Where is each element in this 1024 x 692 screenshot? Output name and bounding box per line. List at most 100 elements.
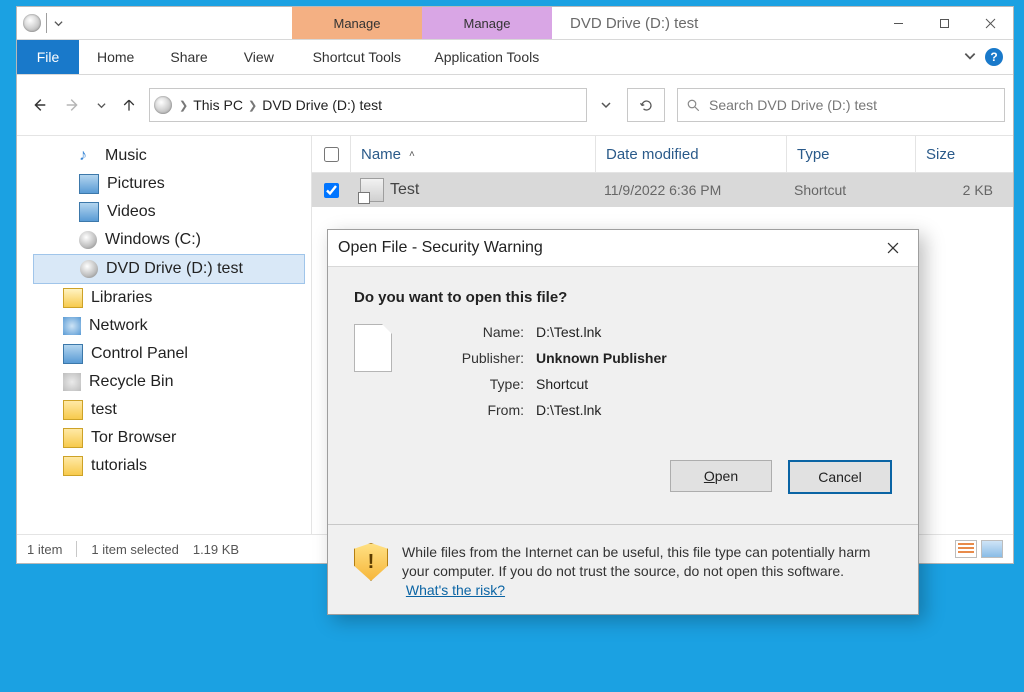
column-type[interactable]: Type xyxy=(787,136,916,172)
dvd-icon xyxy=(80,260,98,278)
tree-label: Videos xyxy=(107,203,156,221)
close-button[interactable] xyxy=(967,7,1013,39)
tree-item-music[interactable]: ♪ Music xyxy=(33,142,311,170)
tab-home[interactable]: Home xyxy=(79,40,152,74)
select-all-checkbox[interactable] xyxy=(324,147,339,162)
file-size: 2 KB xyxy=(912,182,1013,198)
row-checkbox[interactable] xyxy=(324,183,339,198)
refresh-button[interactable] xyxy=(627,88,665,122)
window-title: DVD Drive (D:) test xyxy=(552,7,875,39)
navigation-tree[interactable]: ♪ Music Pictures Videos Windows (C:) DVD … xyxy=(17,136,312,534)
field-label-name: Name: xyxy=(424,324,536,340)
field-value-name: D:\Test.lnk xyxy=(536,324,601,340)
tree-label: Tor Browser xyxy=(91,429,176,447)
file-tab[interactable]: File xyxy=(17,40,79,74)
help-icon[interactable]: ? xyxy=(985,48,1003,66)
control-panel-icon xyxy=(63,344,83,364)
drive-icon xyxy=(23,14,41,32)
tab-shortcut-tools[interactable]: Shortcut Tools xyxy=(292,40,422,74)
address-bar[interactable]: ❯ This PC ❯ DVD Drive (D:) test xyxy=(149,88,587,122)
field-label-from: From: xyxy=(424,402,536,418)
dialog-body: Do you want to open this file? Name:D:\T… xyxy=(328,267,918,452)
column-date[interactable]: Date modified xyxy=(596,136,787,172)
dialog-buttons: Open Cancel xyxy=(328,452,918,518)
tree-item-network[interactable]: Network xyxy=(33,312,311,340)
minimize-button[interactable] xyxy=(875,7,921,39)
tree-label: tutorials xyxy=(91,457,147,475)
tree-item-test[interactable]: test xyxy=(33,396,311,424)
forward-button[interactable] xyxy=(59,91,87,119)
navigation-bar: ❯ This PC ❯ DVD Drive (D:) test Search D… xyxy=(17,75,1013,136)
contextual-tab-headers: Manage Manage xyxy=(292,7,552,39)
dialog-close-button[interactable] xyxy=(878,233,908,263)
status-divider xyxy=(76,541,77,557)
dialog-title-bar: Open File - Security Warning xyxy=(328,230,918,267)
status-item-count: 1 item xyxy=(27,542,62,557)
warning-body: While files from the Internet can be use… xyxy=(402,544,870,579)
tree-item-control-panel[interactable]: Control Panel xyxy=(33,340,311,368)
tree-label: Music xyxy=(105,147,147,165)
tree-label: Network xyxy=(89,317,148,335)
dialog-question: Do you want to open this file? xyxy=(354,289,892,306)
context-tab-application[interactable]: Manage xyxy=(422,7,552,39)
window-controls xyxy=(875,7,1013,39)
view-details-button[interactable] xyxy=(955,540,977,558)
address-dropdown[interactable] xyxy=(593,89,619,121)
field-value-type: Shortcut xyxy=(536,376,588,392)
file-row[interactable]: Test 11/9/2022 6:36 PM Shortcut 2 KB xyxy=(312,173,1013,207)
quick-access-toolbar xyxy=(17,7,64,39)
crumb-sep-icon[interactable]: ❯ xyxy=(247,99,258,112)
address-drive-icon xyxy=(154,96,172,114)
tree-item-recycle-bin[interactable]: Recycle Bin xyxy=(33,368,311,396)
field-value-from: D:\Test.lnk xyxy=(536,402,601,418)
ribbon-collapse-icon[interactable] xyxy=(963,49,977,66)
column-size[interactable]: Size xyxy=(916,136,1013,172)
tree-item-tor-browser[interactable]: Tor Browser xyxy=(33,424,311,452)
cancel-button[interactable]: Cancel xyxy=(788,460,892,494)
tree-item-dvd-drive[interactable]: DVD Drive (D:) test xyxy=(33,254,305,284)
dialog-divider xyxy=(328,524,918,525)
search-icon xyxy=(686,98,701,113)
context-tab-shortcut[interactable]: Manage xyxy=(292,7,422,39)
recent-locations-dropdown[interactable] xyxy=(93,91,109,119)
blank-document-icon xyxy=(354,324,392,372)
pictures-icon xyxy=(79,174,99,194)
search-box[interactable]: Search DVD Drive (D:) test xyxy=(677,88,1005,122)
status-size: 1.19 KB xyxy=(193,542,239,557)
tab-share[interactable]: Share xyxy=(152,40,225,74)
tab-application-tools[interactable]: Application Tools xyxy=(422,40,552,74)
column-name[interactable]: Name ˄ xyxy=(351,136,596,172)
qat-dropdown[interactable] xyxy=(52,14,64,32)
warning-text: While files from the Internet can be use… xyxy=(402,543,892,600)
tree-item-pictures[interactable]: Pictures xyxy=(33,170,311,198)
tree-item-videos[interactable]: Videos xyxy=(33,198,311,226)
title-bar: Manage Manage DVD Drive (D:) test xyxy=(17,7,1013,40)
tree-item-tutorials[interactable]: tutorials xyxy=(33,452,311,480)
view-large-icons-button[interactable] xyxy=(981,540,1003,558)
tree-item-windows-c[interactable]: Windows (C:) xyxy=(33,226,311,254)
security-warning-dialog: Open File - Security Warning Do you want… xyxy=(327,229,919,615)
whats-the-risk-link[interactable]: What's the risk? xyxy=(406,582,505,598)
recycle-bin-icon xyxy=(63,373,81,391)
tab-view[interactable]: View xyxy=(226,40,292,74)
ribbon-tabs: File Home Share View Shortcut Tools Appl… xyxy=(17,40,1013,75)
dialog-title: Open File - Security Warning xyxy=(338,239,543,257)
up-button[interactable] xyxy=(115,91,143,119)
tree-label: Pictures xyxy=(107,175,165,193)
music-icon: ♪ xyxy=(79,147,97,165)
open-button[interactable]: Open xyxy=(670,460,772,492)
column-label: Name xyxy=(361,146,401,163)
tree-item-libraries[interactable]: Libraries xyxy=(33,284,311,312)
field-label-type: Type: xyxy=(424,376,536,392)
breadcrumb-this-pc[interactable]: This PC xyxy=(189,97,247,113)
disk-icon xyxy=(79,231,97,249)
back-button[interactable] xyxy=(25,91,53,119)
crumb-sep-icon[interactable]: ❯ xyxy=(178,99,189,112)
column-headers: Name ˄ Date modified Type Size xyxy=(312,136,1013,173)
file-date: 11/9/2022 6:36 PM xyxy=(594,182,784,198)
maximize-button[interactable] xyxy=(921,7,967,39)
breadcrumb-current[interactable]: DVD Drive (D:) test xyxy=(258,97,386,113)
column-checkbox[interactable] xyxy=(312,136,351,172)
tree-label: Control Panel xyxy=(91,345,188,363)
sort-asc-icon: ˄ xyxy=(409,149,415,160)
